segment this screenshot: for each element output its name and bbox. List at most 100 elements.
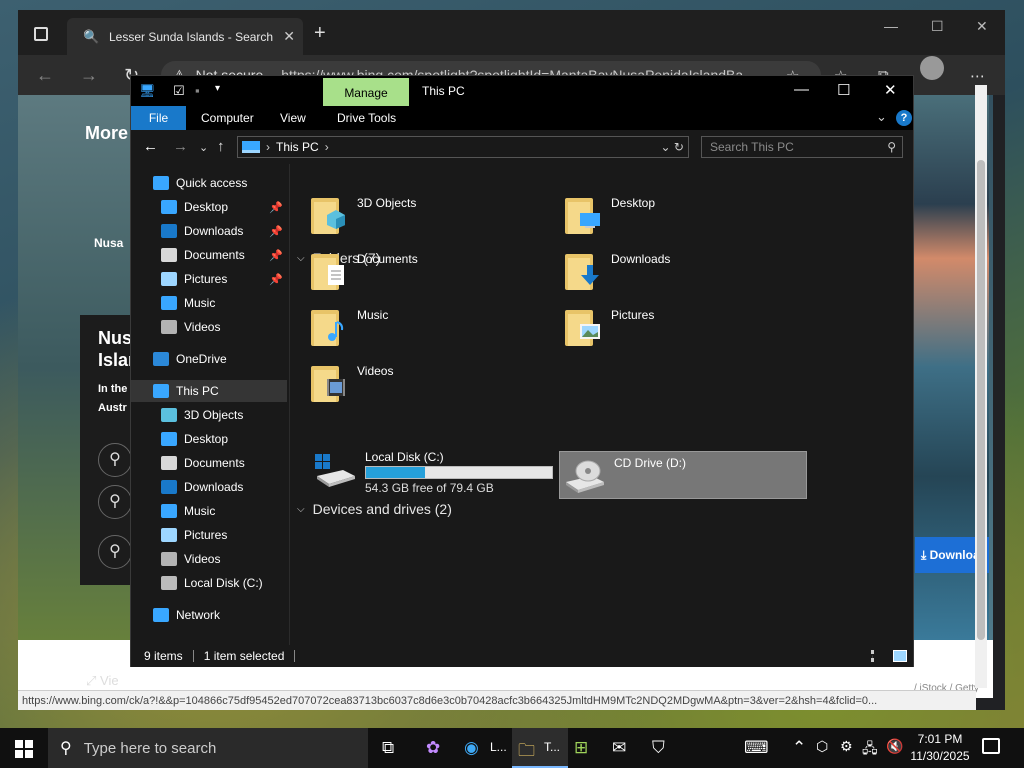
sidebar-item-pc-documents[interactable]: Documents — [131, 452, 287, 474]
minimize-icon[interactable]: — — [884, 18, 898, 34]
large-icons-view-icon[interactable] — [893, 650, 907, 662]
tab-drive-tools[interactable]: Drive Tools — [337, 111, 396, 125]
folder-label: 3D Objects — [357, 196, 417, 210]
clock[interactable]: 7:01 PM 11/30/2025 — [908, 731, 972, 765]
sidebar-item-qa-documents[interactable]: Documents 📌 — [131, 244, 287, 266]
refresh-icon[interactable]: ⌄ ↻ — [661, 140, 684, 154]
search-circle-icon[interactable]: ⚲ — [98, 443, 132, 477]
sidebar-item-qa-videos[interactable]: Videos — [131, 316, 287, 338]
security-shield-icon[interactable]: ⛉ — [652, 738, 665, 758]
pc-documents-icon — [161, 456, 177, 470]
qa-downloads-icon — [161, 224, 177, 238]
sidebar-item-label: Quick access — [176, 176, 248, 190]
folder-label: Desktop — [611, 196, 656, 210]
file-explorer-window: 🖥 ☑ ▪ ▾ Manage This PC — ☐ ✕ File Comput… — [130, 75, 914, 667]
back-icon[interactable]: ← — [143, 138, 158, 155]
notifications-icon[interactable] — [982, 738, 1000, 754]
sidebar-item-this-pc[interactable]: This PC — [131, 380, 287, 402]
tray-app-icon[interactable]: ⚙ — [840, 738, 853, 755]
browser-tab[interactable]: 🔍 Lesser Sunda Islands - Search ✕ — [67, 18, 303, 55]
new-tab-icon[interactable]: + — [314, 22, 326, 45]
item-count: 9 items — [144, 649, 183, 663]
edge-app-label[interactable]: L... — [490, 740, 507, 754]
folder-downloads[interactable]: Downloads — [565, 246, 805, 296]
forward-icon[interactable]: → — [173, 138, 188, 155]
maximize-icon[interactable]: ☐ — [931, 18, 944, 35]
qa-desktop-icon — [161, 200, 177, 214]
sidebar-item-label: OneDrive — [176, 352, 227, 366]
view-link[interactable]: ⤢ Vie — [86, 673, 119, 689]
pane-divider[interactable] — [289, 164, 290, 645]
folder-documents[interactable]: Documents — [311, 246, 551, 296]
breadcrumb[interactable]: › This PC › ⌄ ↻ — [237, 136, 689, 158]
up-icon[interactable]: ↑ — [217, 138, 225, 155]
search-input[interactable]: Search This PC ⚲ — [701, 136, 903, 158]
folder-pictures[interactable]: Pictures — [565, 302, 805, 352]
drive-local-disk-c[interactable]: Local Disk (C:) 54.3 GB free of 79.4 GB — [311, 446, 556, 495]
sidebar-item-pc-downloads[interactable]: Downloads — [131, 476, 287, 498]
sidebar-item-pc-desktop[interactable]: Desktop — [131, 428, 287, 450]
expand-ribbon-icon[interactable]: ⌄ — [876, 109, 887, 125]
show-hidden-icons-icon[interactable]: ⌃ — [792, 738, 806, 758]
close-icon[interactable]: ✕ — [884, 81, 897, 99]
maximize-icon[interactable]: ☐ — [837, 81, 850, 99]
details-view-icon[interactable] — [871, 650, 885, 662]
sidebar-item-onedrive[interactable]: OneDrive — [131, 348, 287, 370]
search-circle-icon[interactable]: ⚲ — [98, 535, 132, 569]
keyboard-icon[interactable]: ⌨ — [744, 738, 769, 758]
sidebar-item-pc-videos[interactable]: Videos — [131, 548, 287, 570]
scrollbar-thumb[interactable] — [977, 160, 985, 640]
manage-tab[interactable]: Manage — [323, 78, 409, 106]
forward-icon[interactable]: → — [80, 65, 98, 86]
page-scrollbar[interactable] — [975, 85, 987, 688]
explorer-app-label[interactable]: T... — [544, 740, 560, 754]
sidebar-item-pc-music[interactable]: Music — [131, 500, 287, 522]
sidebar-item-pc-3d-objects[interactable]: 3D Objects — [131, 404, 287, 426]
drive-free-space: 54.3 GB free of 79.4 GB — [365, 481, 494, 495]
edge-icon[interactable]: ◉ — [464, 738, 479, 758]
sidebar-item-quick-access[interactable]: Quick access — [131, 172, 287, 194]
more-menu-icon[interactable]: ⋯ — [970, 67, 985, 85]
folder-videos[interactable]: Videos — [311, 358, 551, 408]
sidebar-item-pc-pictures[interactable]: Pictures — [131, 524, 287, 546]
network-icon[interactable]: 🖧 — [862, 738, 878, 762]
folder-3d-objects[interactable]: 3D Objects — [311, 190, 551, 240]
sidebar-item-pc-local-disk-c-[interactable]: Local Disk (C:) — [131, 572, 287, 594]
sidebar-item-qa-music[interactable]: Music — [131, 292, 287, 314]
drive-cd-d[interactable]: CD Drive (D:) — [559, 451, 807, 499]
tab-file[interactable]: File — [131, 106, 186, 130]
close-window-icon[interactable]: ✕ — [976, 18, 988, 35]
minimize-icon[interactable]: — — [794, 81, 809, 98]
nusa-label: Nusa — [94, 236, 124, 250]
help-icon[interactable]: ? — [896, 110, 912, 126]
sidebar-item-qa-desktop[interactable]: Desktop 📌 — [131, 196, 287, 218]
recent-locations-icon[interactable]: ⌄ — [199, 141, 208, 154]
task-view-icon[interactable]: ⧉ — [382, 738, 394, 758]
profile-avatar[interactable] — [920, 56, 944, 80]
search-circle-icon[interactable]: ⚲ — [98, 485, 132, 519]
close-tab-icon[interactable]: ✕ — [283, 28, 295, 45]
tray-app-icon[interactable]: ⬡ — [816, 738, 828, 755]
store-icon[interactable]: ⊞ — [574, 738, 588, 758]
sidebar-item-qa-pictures[interactable]: Pictures 📌 — [131, 268, 287, 290]
link-status-url: https://www.bing.com/ck/a?!&&p=104866c75… — [18, 690, 976, 710]
folder-desktop[interactable]: Desktop — [565, 190, 805, 240]
breadcrumb-this-pc[interactable]: This PC — [276, 140, 319, 154]
windows-start-icon[interactable] — [15, 740, 33, 758]
workspaces-icon[interactable] — [34, 27, 48, 41]
devices-group-header[interactable]: ⌵ Devices and drives (2) — [297, 501, 452, 517]
customize-qat-icon[interactable]: ▾ — [215, 83, 220, 94]
volume-muted-icon[interactable]: 🔇 — [886, 738, 903, 755]
folder-music[interactable]: Music — [311, 302, 551, 352]
back-icon[interactable]: ← — [36, 65, 54, 86]
new-folder-icon[interactable]: ▪ — [195, 83, 200, 98]
taskbar-search-input[interactable]: ⚲ Type here to search — [48, 728, 368, 768]
copilot-icon[interactable]: ✿ — [426, 738, 440, 758]
network-icon — [153, 608, 169, 622]
mail-icon[interactable]: ✉ — [612, 738, 626, 758]
properties-icon[interactable]: ☑ — [173, 83, 185, 99]
sidebar-item-network[interactable]: Network — [131, 604, 287, 626]
sidebar-item-qa-downloads[interactable]: Downloads 📌 — [131, 220, 287, 242]
tab-view[interactable]: View — [280, 111, 306, 125]
tab-computer[interactable]: Computer — [201, 111, 254, 125]
